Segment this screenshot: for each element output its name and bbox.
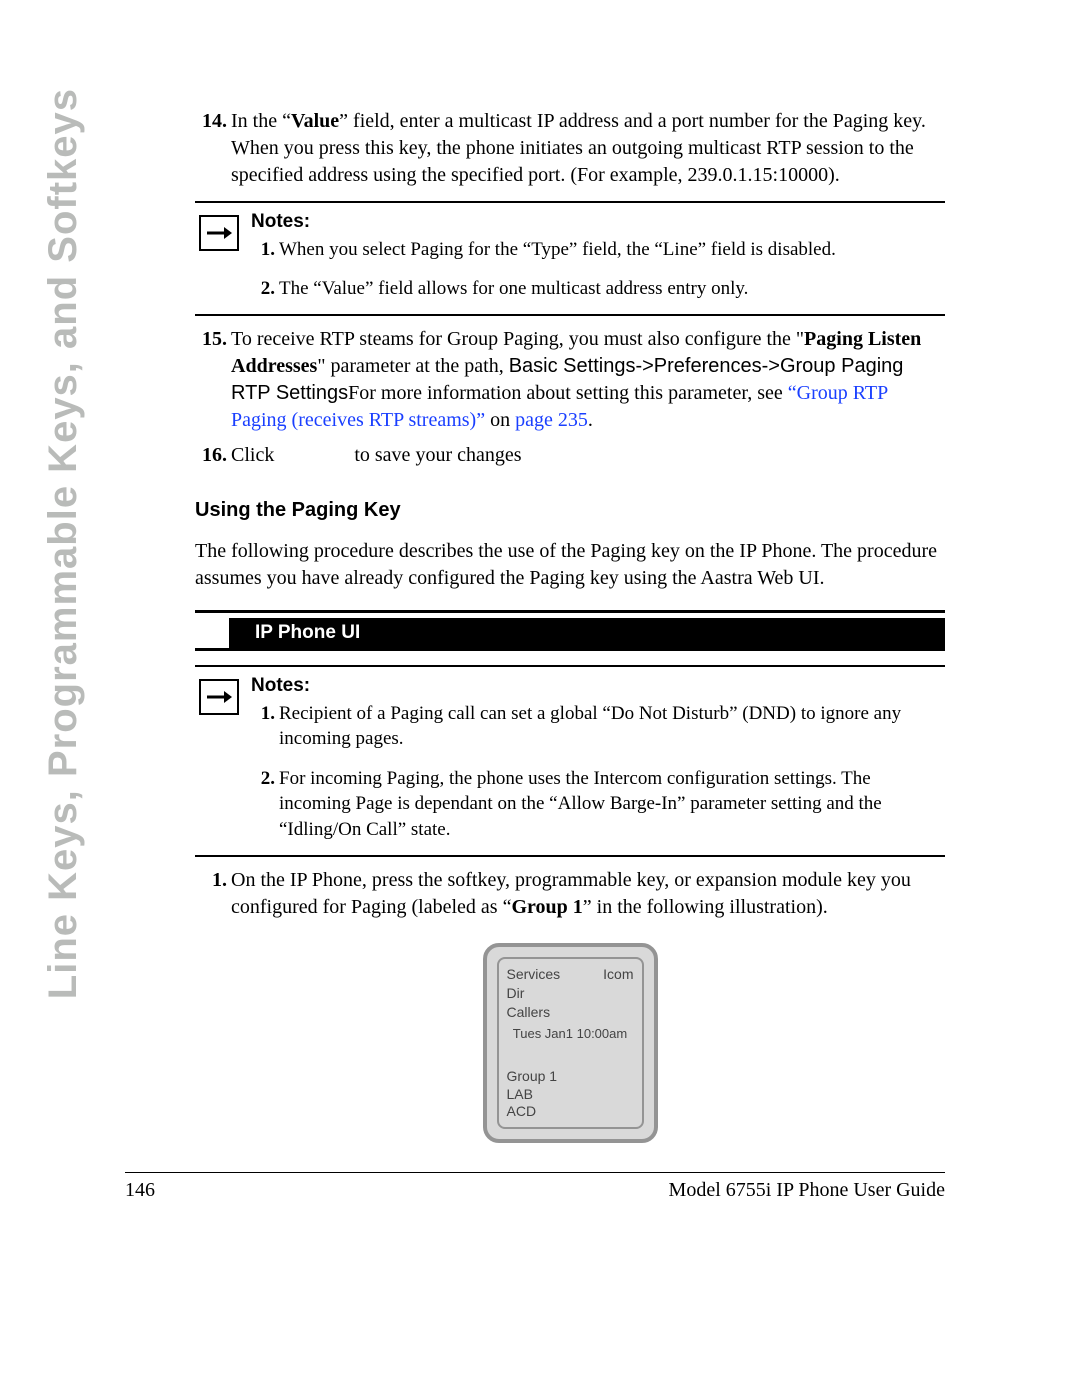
step-body: Click to save your changes bbox=[231, 442, 945, 469]
note-text: When you select Paging for the “Type” fi… bbox=[279, 237, 945, 263]
phone-key-callers: Callers bbox=[507, 1003, 634, 1022]
note-number: 2. bbox=[251, 276, 279, 302]
notes-body: Notes: 1. When you select Paging for the… bbox=[251, 209, 945, 304]
step-number: 14. bbox=[195, 108, 231, 189]
note-number: 1. bbox=[251, 701, 279, 752]
notes-block: Notes: 1. Recipient of a Paging call can… bbox=[195, 665, 945, 857]
step-16: 16. Click to save your changes bbox=[195, 442, 945, 469]
note-icon-wrap bbox=[199, 673, 251, 845]
phone-top-row: Services Icom bbox=[507, 965, 634, 984]
paragraph: The following procedure describes the us… bbox=[195, 538, 945, 592]
phone-key-icom: Icom bbox=[603, 965, 633, 984]
phone-key-lab: LAB bbox=[507, 1086, 558, 1104]
text: to save your changes bbox=[354, 444, 521, 466]
section-side-tab-text: Line Keys, Programmable Keys, and Softke… bbox=[43, 88, 83, 999]
note-number: 2. bbox=[251, 766, 279, 843]
note-icon-wrap bbox=[199, 209, 251, 304]
notes-body: Notes: 1. Recipient of a Paging call can… bbox=[251, 673, 945, 845]
step-body: To receive RTP steams for Group Paging, … bbox=[231, 326, 945, 434]
section-side-tab: Line Keys, Programmable Keys, and Softke… bbox=[30, 110, 95, 977]
text: To receive RTP steams for Group Paging, … bbox=[231, 328, 804, 350]
arrow-right-icon bbox=[199, 215, 239, 251]
note-num-text: 1. bbox=[261, 239, 275, 260]
phone-illustration: Services Icom Dir Callers Tues Jan1 10:0… bbox=[195, 943, 945, 1143]
note-item: 1. When you select Paging for the “Type”… bbox=[251, 237, 945, 263]
phone-bottom-keys: Group 1 LAB ACD bbox=[507, 1068, 558, 1121]
phone-key-group1: Group 1 bbox=[507, 1068, 558, 1086]
document-title: Model 6755i IP Phone User Guide bbox=[669, 1179, 945, 1202]
text: Click bbox=[231, 444, 274, 466]
note-number: 1. bbox=[251, 237, 279, 263]
bar-row: IP Phone UI bbox=[195, 618, 945, 648]
page-number: 146 bbox=[125, 1179, 155, 1202]
bold-value: Value bbox=[291, 110, 339, 132]
main-content: 14. In the “Value” field, enter a multic… bbox=[195, 108, 945, 1143]
page-link[interactable]: page 235 bbox=[515, 409, 588, 431]
step-number: 1. bbox=[195, 867, 231, 921]
text: . bbox=[588, 409, 593, 431]
note-item: 2. The “Value” field allows for one mult… bbox=[251, 276, 945, 302]
note-text: Recipient of a Paging call can set a glo… bbox=[279, 701, 945, 752]
phone-screen: Services Icom Dir Callers Tues Jan1 10:0… bbox=[497, 957, 644, 1129]
note-text: The “Value” field allows for one multica… bbox=[279, 276, 945, 302]
step-14: 14. In the “Value” field, enter a multic… bbox=[195, 108, 945, 189]
bold-text: Group 1 bbox=[511, 896, 582, 918]
bar-label: IP Phone UI bbox=[255, 620, 360, 646]
note-item: 2. For incoming Paging, the phone uses t… bbox=[251, 766, 945, 843]
step-number: 16. bbox=[195, 442, 231, 469]
notes-title: Notes: bbox=[251, 673, 945, 699]
phone-frame: Services Icom Dir Callers Tues Jan1 10:0… bbox=[483, 943, 658, 1143]
text: " parameter at the path, bbox=[317, 355, 508, 377]
bar-square-icon bbox=[195, 618, 229, 648]
ip-phone-ui-bar: IP Phone UI bbox=[195, 610, 945, 651]
notes-title: Notes: bbox=[251, 209, 945, 235]
text: ” in the following illustration). bbox=[583, 896, 828, 918]
text: For more information about setting this … bbox=[348, 382, 788, 404]
procedure-step-1: 1. On the IP Phone, press the softkey, p… bbox=[195, 867, 945, 921]
subheading-using-paging-key: Using the Paging Key bbox=[195, 497, 945, 524]
text: on bbox=[485, 409, 515, 431]
step-body: In the “Value” field, enter a multicast … bbox=[231, 108, 945, 189]
step-15: 15. To receive RTP steams for Group Pagi… bbox=[195, 326, 945, 434]
note-item: 1. Recipient of a Paging call can set a … bbox=[251, 701, 945, 752]
note-num-text: 2. bbox=[261, 278, 275, 299]
page-footer: 146 Model 6755i IP Phone User Guide bbox=[125, 1172, 945, 1202]
step-body: On the IP Phone, press the softkey, prog… bbox=[231, 867, 945, 921]
note-text: For incoming Paging, the phone uses the … bbox=[279, 766, 945, 843]
phone-key-dir: Dir bbox=[507, 984, 634, 1003]
phone-key-acd: ACD bbox=[507, 1103, 558, 1121]
step-number: 15. bbox=[195, 326, 231, 434]
note-num-text: 1. bbox=[261, 703, 275, 724]
text: In the “ bbox=[231, 110, 291, 132]
arrow-right-icon bbox=[199, 679, 239, 715]
document-page: Line Keys, Programmable Keys, and Softke… bbox=[0, 0, 1080, 1397]
phone-date: Tues Jan1 10:00am bbox=[507, 1025, 634, 1043]
phone-key-services: Services bbox=[507, 965, 561, 984]
note-num-text: 2. bbox=[261, 768, 275, 789]
notes-block: Notes: 1. When you select Paging for the… bbox=[195, 201, 945, 316]
